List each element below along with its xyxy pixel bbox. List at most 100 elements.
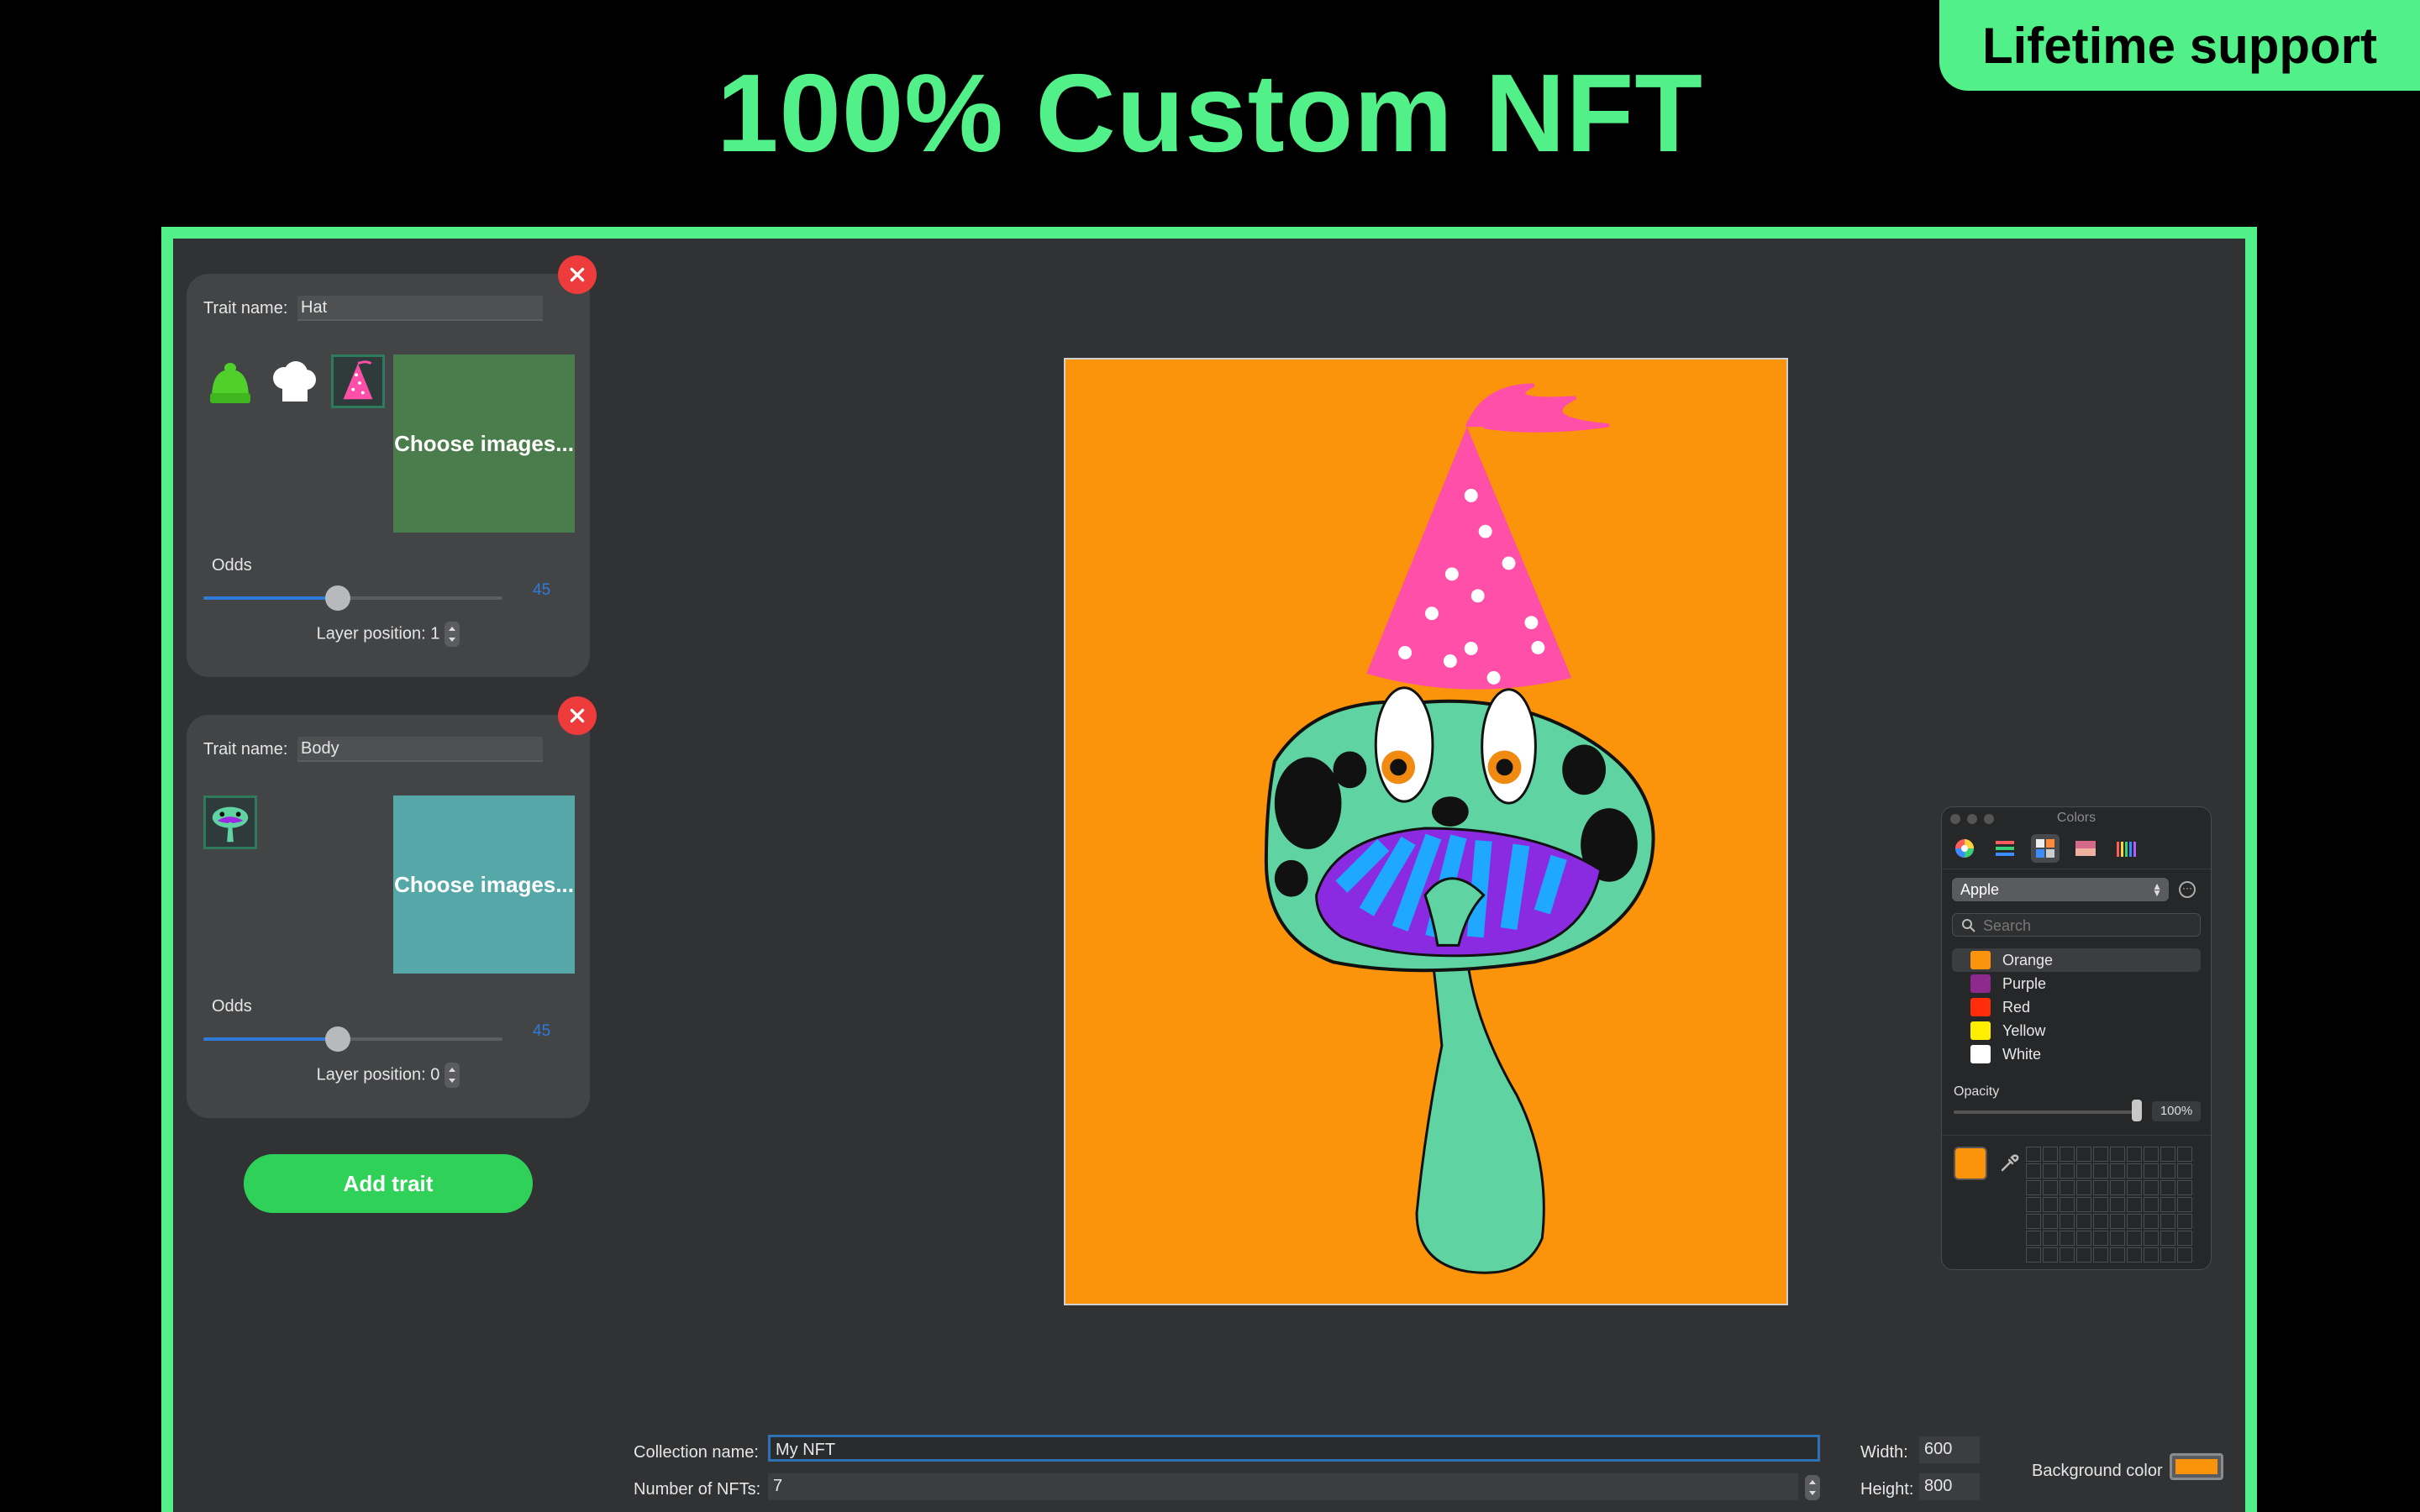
custom-swatch-cell[interactable] — [2093, 1180, 2108, 1195]
custom-swatch-cell[interactable] — [2026, 1214, 2041, 1229]
custom-swatch-cell[interactable] — [2093, 1247, 2108, 1263]
trait-image-mushroom[interactable] — [203, 795, 257, 849]
custom-swatch-cell[interactable] — [2127, 1197, 2142, 1212]
color-palettes-tab[interactable] — [2031, 834, 2060, 863]
color-sliders-tab[interactable] — [1991, 834, 2019, 863]
crayons-tab[interactable] — [2112, 834, 2140, 863]
height-input[interactable]: 800 — [1919, 1473, 1980, 1500]
odds-slider[interactable] — [203, 1026, 502, 1052]
custom-swatch-cell[interactable] — [2110, 1197, 2125, 1212]
custom-swatch-cell[interactable] — [2177, 1247, 2192, 1263]
custom-swatch-cell[interactable] — [2076, 1231, 2091, 1246]
custom-swatch-cell[interactable] — [2110, 1214, 2125, 1229]
custom-swatch-cell[interactable] — [2060, 1231, 2075, 1246]
color-item-orange[interactable]: Orange — [1952, 948, 2201, 972]
custom-swatch-cell[interactable] — [2060, 1247, 2075, 1263]
custom-swatch-cell[interactable] — [2144, 1214, 2159, 1229]
custom-swatch-cell[interactable] — [2127, 1247, 2142, 1263]
odds-slider[interactable] — [203, 585, 502, 611]
custom-swatch-cell[interactable] — [2076, 1247, 2091, 1263]
custom-swatch-cell[interactable] — [2093, 1197, 2108, 1212]
opacity-slider-knob[interactable] — [2132, 1100, 2142, 1121]
custom-swatch-cell[interactable] — [2093, 1147, 2108, 1162]
custom-swatch-cell[interactable] — [2144, 1163, 2159, 1179]
layer-position-stepper[interactable] — [445, 622, 460, 647]
custom-swatch-cell[interactable] — [2127, 1163, 2142, 1179]
width-input[interactable]: 600 — [1919, 1436, 1980, 1463]
custom-swatch-cell[interactable] — [2127, 1147, 2142, 1162]
custom-swatch-cell[interactable] — [2144, 1197, 2159, 1212]
custom-swatch-cell[interactable] — [2060, 1197, 2075, 1212]
custom-swatch-cell[interactable] — [2026, 1197, 2041, 1212]
custom-swatch-cell[interactable] — [2060, 1147, 2075, 1162]
choose-images-button[interactable]: Choose images... — [393, 795, 575, 974]
custom-swatch-cell[interactable] — [2177, 1180, 2192, 1195]
colors-panel-titlebar[interactable]: Colors — [1942, 807, 2211, 829]
background-color-well[interactable] — [2170, 1453, 2223, 1480]
custom-swatch-cell[interactable] — [2093, 1163, 2108, 1179]
custom-swatch-cell[interactable] — [2110, 1231, 2125, 1246]
collection-name-input[interactable]: My NFT — [768, 1435, 1820, 1462]
custom-swatch-cell[interactable] — [2026, 1180, 2041, 1195]
custom-swatch-cell[interactable] — [2043, 1247, 2058, 1263]
zoom-window-icon[interactable] — [1984, 814, 1994, 824]
custom-swatch-cell[interactable] — [2043, 1147, 2058, 1162]
opacity-slider[interactable] — [1954, 1110, 2137, 1114]
custom-swatch-cell[interactable] — [2144, 1180, 2159, 1195]
custom-swatch-cell[interactable] — [2026, 1231, 2041, 1246]
custom-swatch-cell[interactable] — [2043, 1197, 2058, 1212]
color-search-input[interactable]: Search — [1952, 913, 2201, 937]
custom-swatch-cell[interactable] — [2160, 1197, 2175, 1212]
custom-swatch-cell[interactable] — [2127, 1214, 2142, 1229]
custom-swatch-cell[interactable] — [2076, 1147, 2091, 1162]
custom-swatch-cell[interactable] — [2144, 1231, 2159, 1246]
custom-swatch-cell[interactable] — [2144, 1147, 2159, 1162]
close-window-icon[interactable] — [1950, 814, 1960, 824]
custom-swatch-cell[interactable] — [2060, 1163, 2075, 1179]
number-of-nfts-stepper[interactable] — [1805, 1475, 1820, 1500]
remove-trait-button[interactable] — [558, 255, 597, 294]
custom-swatch-cell[interactable] — [2110, 1163, 2125, 1179]
custom-swatch-grid[interactable] — [2026, 1147, 2192, 1263]
custom-swatch-cell[interactable] — [2043, 1214, 2058, 1229]
custom-swatch-cell[interactable] — [2093, 1214, 2108, 1229]
custom-swatch-cell[interactable] — [2160, 1231, 2175, 1246]
layer-position-stepper[interactable] — [445, 1063, 460, 1088]
choose-images-button[interactable]: Choose images... — [393, 354, 575, 533]
palette-select[interactable]: Apple ▲ ▼ — [1952, 878, 2169, 901]
custom-swatch-cell[interactable] — [2110, 1247, 2125, 1263]
custom-swatch-cell[interactable] — [2160, 1163, 2175, 1179]
custom-swatch-cell[interactable] — [2144, 1247, 2159, 1263]
custom-swatch-cell[interactable] — [2076, 1197, 2091, 1212]
custom-swatch-cell[interactable] — [2127, 1180, 2142, 1195]
color-item-white[interactable]: White — [1952, 1042, 2201, 1066]
color-item-red[interactable]: Red — [1952, 995, 2201, 1019]
custom-swatch-cell[interactable] — [2177, 1214, 2192, 1229]
custom-swatch-cell[interactable] — [2060, 1214, 2075, 1229]
custom-swatch-cell[interactable] — [2177, 1197, 2192, 1212]
color-item-purple[interactable]: Purple — [1952, 972, 2201, 995]
eyedropper-icon[interactable] — [1997, 1152, 2021, 1175]
custom-swatch-cell[interactable] — [2093, 1231, 2108, 1246]
custom-swatch-cell[interactable] — [2160, 1214, 2175, 1229]
add-trait-button[interactable]: Add trait — [244, 1154, 533, 1213]
custom-swatch-cell[interactable] — [2076, 1163, 2091, 1179]
minimize-window-icon[interactable] — [1967, 814, 1977, 824]
color-item-yellow[interactable]: Yellow — [1952, 1019, 2201, 1042]
trait-image-green-beanie[interactable] — [203, 354, 257, 408]
custom-swatch-cell[interactable] — [2177, 1147, 2192, 1162]
custom-swatch-cell[interactable] — [2026, 1147, 2041, 1162]
more-options-icon[interactable]: ··· — [2179, 881, 2196, 898]
number-of-nfts-input[interactable]: 7 — [768, 1473, 1798, 1500]
custom-swatch-cell[interactable] — [2076, 1214, 2091, 1229]
custom-swatch-cell[interactable] — [2026, 1247, 2041, 1263]
trait-image-party-hat[interactable] — [331, 354, 385, 408]
custom-swatch-cell[interactable] — [2177, 1163, 2192, 1179]
custom-swatch-cell[interactable] — [2076, 1180, 2091, 1195]
odds-slider-knob[interactable] — [325, 585, 351, 611]
trait-name-input[interactable]: Body — [297, 737, 543, 762]
custom-swatch-cell[interactable] — [2110, 1147, 2125, 1162]
custom-swatch-cell[interactable] — [2043, 1163, 2058, 1179]
color-wheel-tab[interactable] — [1950, 834, 1979, 863]
odds-slider-knob[interactable] — [325, 1026, 351, 1052]
